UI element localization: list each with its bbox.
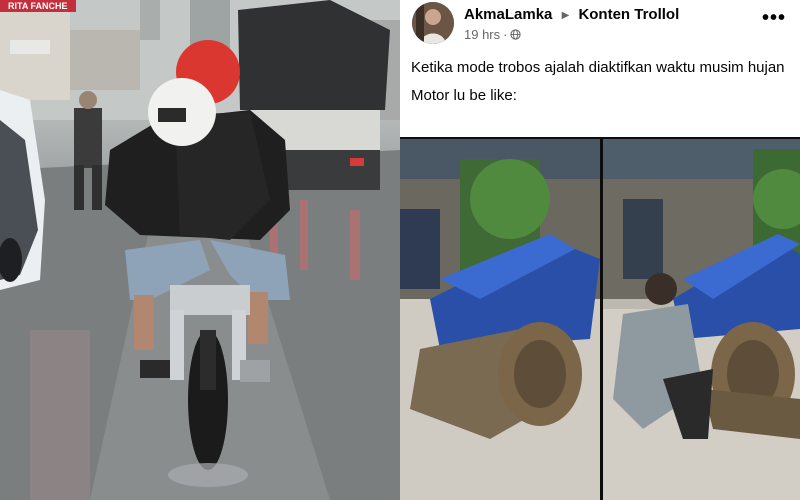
avatar-image: [412, 2, 454, 44]
caret-right-icon: ▶: [561, 10, 570, 21]
media-photo-1[interactable]: [400, 139, 600, 500]
meta-dot: ·: [503, 27, 508, 42]
avatar[interactable]: [412, 2, 454, 44]
post-media: [400, 137, 800, 500]
photo-scene: [0, 0, 400, 500]
author-line: AkmaLamka ▶ Konten Trollol: [464, 6, 679, 23]
post-text: Ketika mode trobos ajalah diaktifkan wak…: [411, 58, 786, 114]
post-meta: 19 hrs ·: [464, 27, 522, 42]
media-photo-2[interactable]: [603, 139, 800, 500]
shop-sign-text: RITA FANCHE: [0, 0, 76, 12]
motorbike-rain-photo[interactable]: RITA FANCHE: [0, 0, 400, 500]
social-post: AkmaLamka ▶ Konten Trollol 19 hrs · ••• K…: [400, 0, 800, 500]
author-name[interactable]: AkmaLamka: [464, 6, 552, 23]
man-fixing-scooter-image: [603, 139, 800, 500]
globe-icon[interactable]: [510, 29, 522, 40]
muddy-scooter-image: [400, 139, 600, 500]
post-header: AkmaLamka ▶ Konten Trollol 19 hrs · •••: [400, 0, 800, 50]
ellipsis-icon[interactable]: •••: [762, 8, 786, 28]
post-text-line: Ketika mode trobos ajalah diaktifkan wak…: [411, 59, 785, 76]
group-name[interactable]: Konten Trollol: [578, 6, 679, 23]
post-text-line: Motor lu be like:: [411, 87, 517, 104]
post-time[interactable]: 19 hrs: [464, 27, 500, 42]
